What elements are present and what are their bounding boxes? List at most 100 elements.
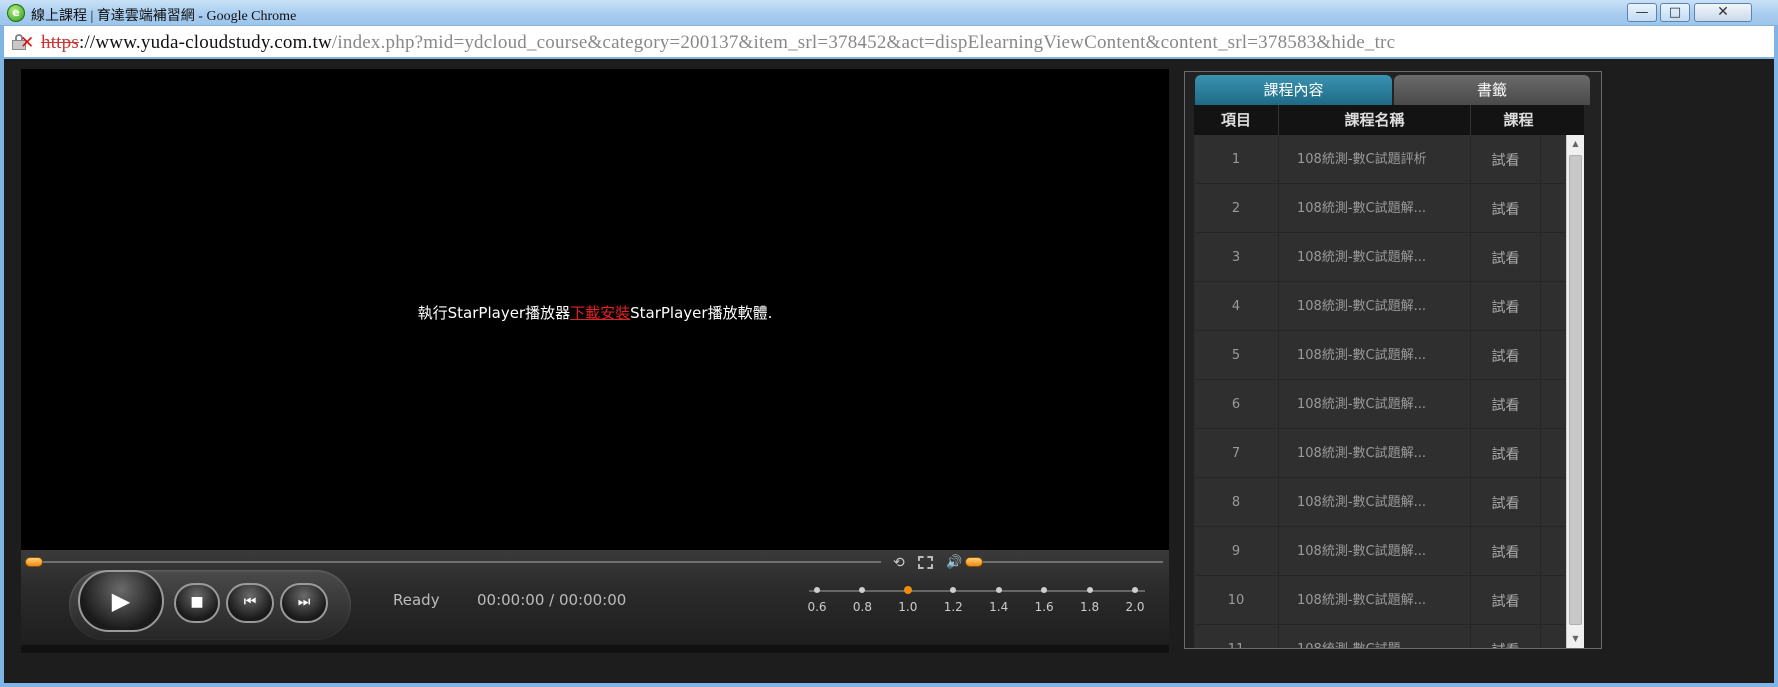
- download-install-link[interactable]: 下載安裝: [570, 304, 630, 322]
- previous-button[interactable]: ⏮: [226, 583, 274, 623]
- lesson-name: 108統測-數C試題解...: [1279, 576, 1471, 625]
- lesson-number: 8: [1194, 478, 1279, 527]
- repeat-icon[interactable]: ⟲: [893, 555, 905, 571]
- volume-icon[interactable]: 🔊: [946, 555, 962, 570]
- browser-window: e 線上課程 | 育達雲端補習網 - Google Chrome — □ ✕ ✕…: [0, 0, 1778, 687]
- player-footer: [21, 645, 1169, 653]
- message-text-before: 執行StarPlayer播放器: [417, 304, 571, 322]
- table-row[interactable]: 4 108統測-數C試題解... 試看: [1194, 282, 1566, 331]
- tab-course-content[interactable]: 課程內容: [1195, 75, 1392, 105]
- lesson-name: 108統測-數C試題解...: [1279, 282, 1471, 331]
- lesson-name: 108統測-數C試題解...: [1279, 478, 1471, 527]
- preview-link[interactable]: 試看: [1471, 233, 1541, 282]
- table-row[interactable]: 6 108統測-數C試題解... 試看: [1194, 380, 1566, 429]
- seek-bar[interactable]: [29, 561, 881, 563]
- video-area[interactable]: 執行StarPlayer播放器下載安裝StarPlayer播放軟體.: [21, 69, 1169, 550]
- play-button[interactable]: ▶: [78, 570, 164, 632]
- course-panel: 課程內容 書籤 項目 課程名稱 課程 1 108統測-數C試題評析 試看 2 108統測…: [1184, 71, 1602, 649]
- chrome-app-icon: e: [7, 4, 25, 22]
- tab-bookmark[interactable]: 書籤: [1394, 75, 1590, 105]
- speed-dot[interactable]: [814, 587, 820, 593]
- fullscreen-icon[interactable]: [918, 556, 933, 569]
- url-text[interactable]: https://www.yuda-cloudstudy.com.tw/index…: [41, 32, 1395, 54]
- preview-link[interactable]: 試看: [1471, 380, 1541, 429]
- page-content: 執行StarPlayer播放器下載安裝StarPlayer播放軟體. ⟲ 🔊 ▶…: [4, 61, 1774, 683]
- seek-knob[interactable]: [25, 557, 43, 567]
- preview-link[interactable]: 試看: [1471, 135, 1541, 184]
- player-message: 執行StarPlayer播放器下載安裝StarPlayer播放軟體.: [21, 302, 1169, 323]
- preview-link[interactable]: 試看: [1471, 576, 1541, 625]
- speed-dot[interactable]: [950, 587, 957, 593]
- speed-label[interactable]: 2.0: [1117, 600, 1153, 614]
- speed-label[interactable]: 1.6: [1026, 600, 1062, 614]
- message-text-after: StarPlayer播放軟體.: [630, 304, 773, 322]
- table-row[interactable]: 9 108統測-數C試題解... 試看: [1194, 527, 1566, 576]
- address-bar[interactable]: ✕ https://www.yuda-cloudstudy.com.tw/ind…: [4, 26, 1774, 59]
- speed-slider[interactable]: [809, 586, 1145, 594]
- speed-dot[interactable]: [1132, 587, 1138, 593]
- scroll-thumb[interactable]: [1569, 155, 1582, 625]
- header-no: 項目: [1194, 105, 1279, 135]
- preview-link[interactable]: 試看: [1471, 527, 1541, 576]
- lesson-number: 9: [1194, 527, 1279, 576]
- title-bar: e 線上課程 | 育達雲端補習網 - Google Chrome — □ ✕: [0, 0, 1778, 26]
- lesson-name: 108統測-數C試題解...: [1279, 527, 1471, 576]
- stop-button[interactable]: ■: [174, 583, 220, 623]
- speed-label[interactable]: 0.6: [799, 600, 835, 614]
- table-row[interactable]: 7 108統測-數C試題解... 試看: [1194, 429, 1566, 478]
- scroll-down-icon[interactable]: ▼: [1567, 630, 1584, 648]
- preview-link[interactable]: 試看: [1471, 331, 1541, 380]
- next-button[interactable]: ⏭: [280, 583, 328, 623]
- preview-link[interactable]: 試看: [1471, 429, 1541, 478]
- speed-label[interactable]: 1.2: [935, 600, 971, 614]
- table-header: 項目 課程名稱 課程: [1194, 105, 1584, 135]
- lesson-number: 10: [1194, 576, 1279, 625]
- speed-label[interactable]: 0.8: [844, 600, 880, 614]
- player-status: Ready: [393, 591, 440, 609]
- preview-link[interactable]: 試看: [1471, 184, 1541, 233]
- lesson-name: 108統測-數C試題解...: [1279, 331, 1471, 380]
- table-row[interactable]: 11108統測-數C試題試看: [1194, 625, 1566, 648]
- volume-knob[interactable]: [965, 557, 983, 567]
- lesson-name: 108統測-數C試題解...: [1279, 429, 1471, 478]
- preview-link[interactable]: 試看: [1471, 478, 1541, 527]
- lesson-number: 11: [1194, 625, 1279, 648]
- lesson-name: 108統測-數C試題評析: [1279, 135, 1471, 184]
- close-button[interactable]: ✕: [1694, 3, 1752, 22]
- lesson-name: 108統測-數C試題解...: [1279, 233, 1471, 282]
- lesson-number: 4: [1194, 282, 1279, 331]
- table-row[interactable]: 2 108統測-數C試題解... 試看: [1194, 184, 1566, 233]
- window-title: 線上課程 | 育達雲端補習網 - Google Chrome: [31, 9, 297, 24]
- speed-dot[interactable]: [1086, 587, 1093, 593]
- url-host: ://www.yuda-cloudstudy.com.tw: [78, 32, 332, 53]
- scrollbar[interactable]: ▲ ▼: [1566, 135, 1584, 648]
- preview-link[interactable]: 試看: [1471, 282, 1541, 331]
- table-row[interactable]: 3 108統測-數C試題解... 試看: [1194, 233, 1566, 282]
- lesson-number: 3: [1194, 233, 1279, 282]
- speed-dot[interactable]: [903, 586, 912, 594]
- speed-label[interactable]: 1.0: [890, 600, 926, 614]
- lesson-number: 5: [1194, 331, 1279, 380]
- speed-dot[interactable]: [995, 587, 1002, 593]
- lesson-number: 2: [1194, 184, 1279, 233]
- url-protocol: https: [41, 32, 79, 53]
- preview-link[interactable]: 試看: [1471, 625, 1541, 648]
- table-row[interactable]: 5 108統測-數C試題解... 試看: [1194, 331, 1566, 380]
- minimize-button[interactable]: —: [1627, 3, 1657, 22]
- lesson-list: 1 108統測-數C試題評析 試看 2 108統測-數C試題解... 試看 3 108統測-數…: [1194, 135, 1566, 648]
- url-path: /index.php?mid=ydcloud_course&category=2…: [331, 32, 1396, 53]
- maximize-button[interactable]: □: [1660, 3, 1690, 22]
- table-row[interactable]: 8 108統測-數C試題解... 試看: [1194, 478, 1566, 527]
- speed-label[interactable]: 1.4: [981, 600, 1017, 614]
- scroll-up-icon[interactable]: ▲: [1567, 135, 1584, 153]
- speed-dot[interactable]: [1041, 587, 1048, 593]
- table-row[interactable]: 10 108統測-數C試題解... 試看: [1194, 576, 1566, 625]
- lesson-number: 1: [1194, 135, 1279, 184]
- speed-label[interactable]: 1.8: [1072, 600, 1108, 614]
- lesson-name: 108統測-數C試題解...: [1279, 380, 1471, 429]
- speed-dot[interactable]: [859, 587, 866, 593]
- table-row[interactable]: 1 108統測-數C試題評析 試看: [1194, 135, 1566, 184]
- timecode: 00:00:00 / 00:00:00: [477, 591, 627, 609]
- volume-slider[interactable]: [983, 561, 1163, 563]
- lesson-name: 108統測-數C試題: [1279, 625, 1471, 648]
